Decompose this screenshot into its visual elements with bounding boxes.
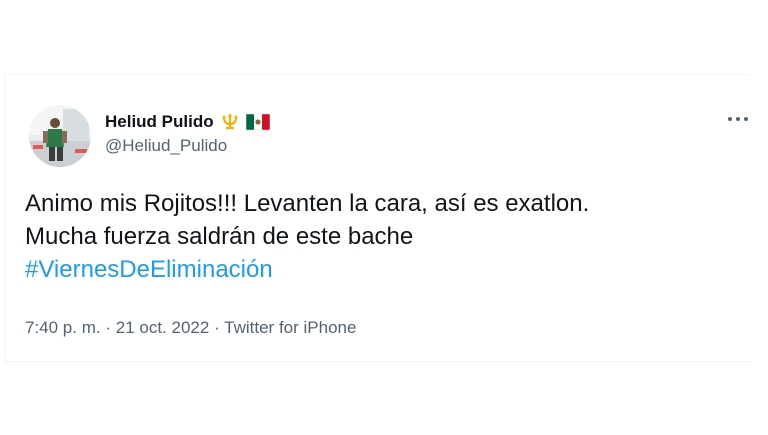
mexico-flag-icon (245, 113, 270, 131)
handle[interactable]: @Heliud_Pulido (105, 136, 270, 156)
tweet-card: Heliud Pulido @Heliud_Pulido Animo mis R… (4, 74, 751, 362)
more-horizontal-icon (728, 117, 748, 121)
tweet-source[interactable]: Twitter for iPhone (224, 318, 356, 337)
trident-emoji-icon (219, 113, 241, 131)
meta-separator: · (105, 318, 112, 337)
tweet-meta: 7:40 p. m. · 21 oct. 2022 · Twitter for … (25, 318, 356, 338)
meta-separator: · (214, 318, 220, 337)
display-name-row: Heliud Pulido (105, 111, 270, 133)
tweet-date[interactable]: 21 oct. 2022 (116, 318, 210, 337)
tweet-text-line: Mucha fuerza saldrán de este bache (25, 223, 414, 250)
tweet-text: Animo mis Rojitos!!! Levanten la cara, a… (25, 187, 735, 286)
author-block: Heliud Pulido @Heliud_Pulido (105, 111, 270, 156)
avatar[interactable] (29, 105, 91, 167)
avatar-image (29, 105, 91, 167)
tweet-time[interactable]: 7:40 p. m. (25, 318, 101, 337)
display-name[interactable]: Heliud Pulido (105, 112, 214, 132)
tweet-text-line: Animo mis Rojitos!!! Levanten la cara, a… (25, 190, 590, 217)
more-options-button[interactable] (725, 109, 751, 129)
hashtag-link[interactable]: #ViernesDeEliminación (25, 253, 735, 286)
